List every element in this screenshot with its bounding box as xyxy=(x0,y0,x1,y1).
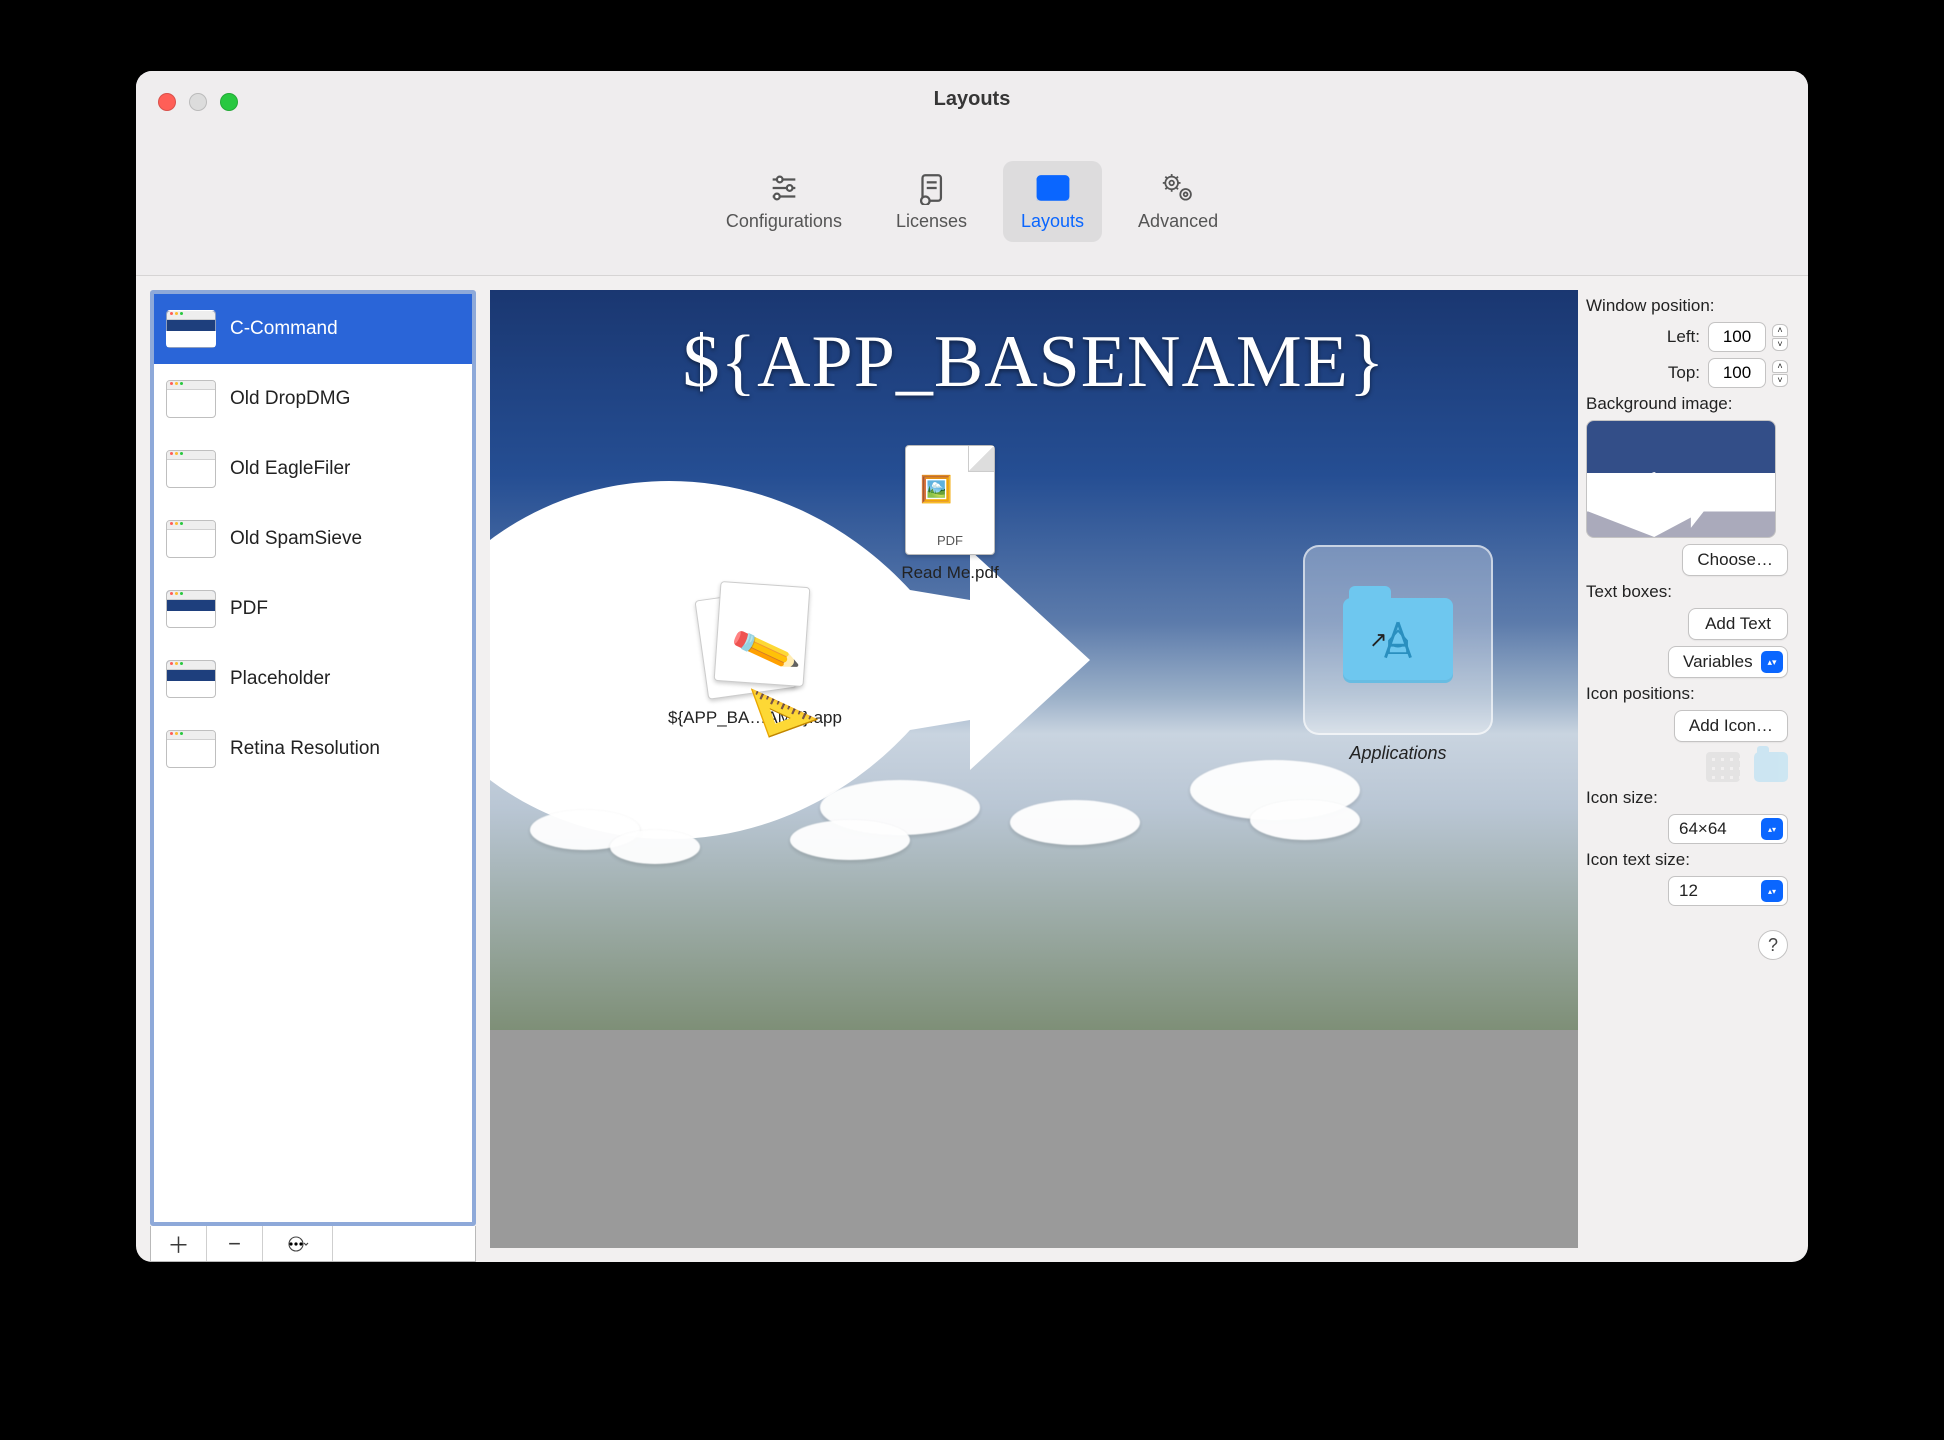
titlebar: Layouts Configurations Licenses xyxy=(136,71,1808,276)
icon-positions-label: Icon positions: xyxy=(1586,684,1788,704)
tab-advanced[interactable]: Advanced xyxy=(1120,161,1236,242)
layout-name: PDF xyxy=(230,598,268,620)
layout-title-text[interactable]: ${APP_BASENAME} xyxy=(490,320,1578,405)
toolbar: Configurations Licenses Layouts xyxy=(136,161,1808,242)
preferences-window: Layouts Configurations Licenses xyxy=(136,71,1808,1262)
window-position-label: Window position: xyxy=(1586,296,1788,316)
chevron-down-icon: ˅ xyxy=(1772,338,1788,351)
folder-icon-option[interactable] xyxy=(1754,752,1788,782)
left-input[interactable] xyxy=(1708,322,1766,352)
layout-row[interactable]: Old EagleFiler xyxy=(154,434,472,504)
left-stepper[interactable]: ˄˅ xyxy=(1772,324,1788,351)
select-chevron-icon: ▴▾ xyxy=(1761,818,1783,840)
add-layout-button[interactable]: ＋ xyxy=(151,1226,207,1261)
layout-actions-menu[interactable] xyxy=(263,1226,333,1261)
license-icon xyxy=(912,169,950,207)
layout-thumbnail-icon xyxy=(166,730,216,768)
sliders-icon xyxy=(765,169,803,207)
gears-icon xyxy=(1159,169,1197,207)
left-label: Left: xyxy=(1648,327,1700,347)
layout-thumbnail-icon xyxy=(166,380,216,418)
window-title: Layouts xyxy=(136,88,1808,111)
text-boxes-label: Text boxes: xyxy=(1586,582,1788,602)
applications-folder-icon: ⌂ xyxy=(1343,598,1453,683)
help-button[interactable]: ? xyxy=(1758,930,1788,960)
layout-canvas[interactable]: ${APP_BASENAME} 🖼️ PDF Read Me.pdf xyxy=(490,290,1578,1030)
ellipsis-chevron-icon xyxy=(287,1236,309,1252)
layout-name: Old DropDMG xyxy=(230,388,350,410)
layout-row[interactable]: Old SpamSieve xyxy=(154,504,472,574)
layout-name: Retina Resolution xyxy=(230,738,380,760)
icon-text-size-select[interactable]: 12 ▴▾ xyxy=(1668,876,1788,906)
layout-thumbnail-icon xyxy=(166,450,216,488)
chevron-up-icon: ˄ xyxy=(1772,324,1788,337)
layouts-sidebar: C-Command Old DropDMG Old EagleFiler Old… xyxy=(136,276,476,1262)
popup-chevron-icon: ▴▾ xyxy=(1761,651,1783,673)
canvas-item-readme[interactable]: 🖼️ PDF Read Me.pdf xyxy=(870,445,1030,583)
top-stepper[interactable]: ˄˅ xyxy=(1772,360,1788,387)
add-text-button[interactable]: Add Text xyxy=(1688,608,1788,640)
layout-row[interactable]: C-Command xyxy=(154,294,472,364)
tab-layouts[interactable]: Layouts xyxy=(1003,161,1102,242)
layout-thumbnail-icon xyxy=(166,520,216,558)
icon-size-select[interactable]: 64×64 ▴▾ xyxy=(1668,814,1788,844)
layout-row[interactable]: Retina Resolution xyxy=(154,714,472,784)
background-image-well[interactable] xyxy=(1586,420,1776,538)
alias-badge-icon: ↗ xyxy=(1369,627,1387,653)
chevron-up-icon: ˄ xyxy=(1772,360,1788,373)
chevron-down-icon: ˅ xyxy=(1772,374,1788,387)
layout-window-icon xyxy=(1034,169,1072,207)
layout-name: Old EagleFiler xyxy=(230,458,350,480)
icon-type-toggle xyxy=(1586,752,1788,782)
canvas-item-label: Read Me.pdf xyxy=(870,563,1030,583)
selection-box: ⌂ ↗ xyxy=(1303,545,1493,735)
background-image-label: Background image: xyxy=(1586,394,1788,414)
layout-row[interactable]: Placeholder xyxy=(154,644,472,714)
tab-configurations[interactable]: Configurations xyxy=(708,161,860,242)
layouts-list-footer: ＋ − xyxy=(150,1226,476,1262)
layout-canvas-well: ${APP_BASENAME} 🖼️ PDF Read Me.pdf xyxy=(490,290,1578,1248)
icon-size-label: Icon size: xyxy=(1586,788,1788,808)
application-icon: ✏️📐 xyxy=(695,580,815,700)
canvas-item-app[interactable]: ✏️📐 ${APP_BA…AME}.app xyxy=(645,580,865,728)
pdf-document-icon: 🖼️ PDF xyxy=(905,445,995,555)
canvas-item-label: Applications xyxy=(1298,743,1498,764)
layout-row[interactable]: PDF xyxy=(154,574,472,644)
remove-layout-button[interactable]: − xyxy=(207,1226,263,1261)
layout-name: Old SpamSieve xyxy=(230,528,362,550)
select-chevron-icon: ▴▾ xyxy=(1761,880,1783,902)
layout-thumbnail-icon xyxy=(166,660,216,698)
tab-licenses[interactable]: Licenses xyxy=(878,161,985,242)
layouts-list[interactable]: C-Command Old DropDMG Old EagleFiler Old… xyxy=(150,290,476,1226)
generic-icon-option[interactable] xyxy=(1706,752,1740,782)
layout-row[interactable]: Old DropDMG xyxy=(154,364,472,434)
layout-thumbnail-icon xyxy=(166,590,216,628)
choose-background-button[interactable]: Choose… xyxy=(1682,544,1788,576)
canvas-item-applications[interactable]: ⌂ ↗ Applications xyxy=(1298,545,1498,764)
icon-text-size-label: Icon text size: xyxy=(1586,850,1788,870)
add-icon-button[interactable]: Add Icon… xyxy=(1674,710,1788,742)
layout-name: C-Command xyxy=(230,318,338,340)
layout-thumbnail-icon xyxy=(166,310,216,348)
top-label: Top: xyxy=(1648,363,1700,383)
variables-popup[interactable]: Variables ▴▾ xyxy=(1668,646,1788,678)
inspector-panel: Window position: Left: ˄˅ Top: ˄˅ Backgr… xyxy=(1578,276,1808,1262)
top-input[interactable] xyxy=(1708,358,1766,388)
layout-name: Placeholder xyxy=(230,668,330,690)
